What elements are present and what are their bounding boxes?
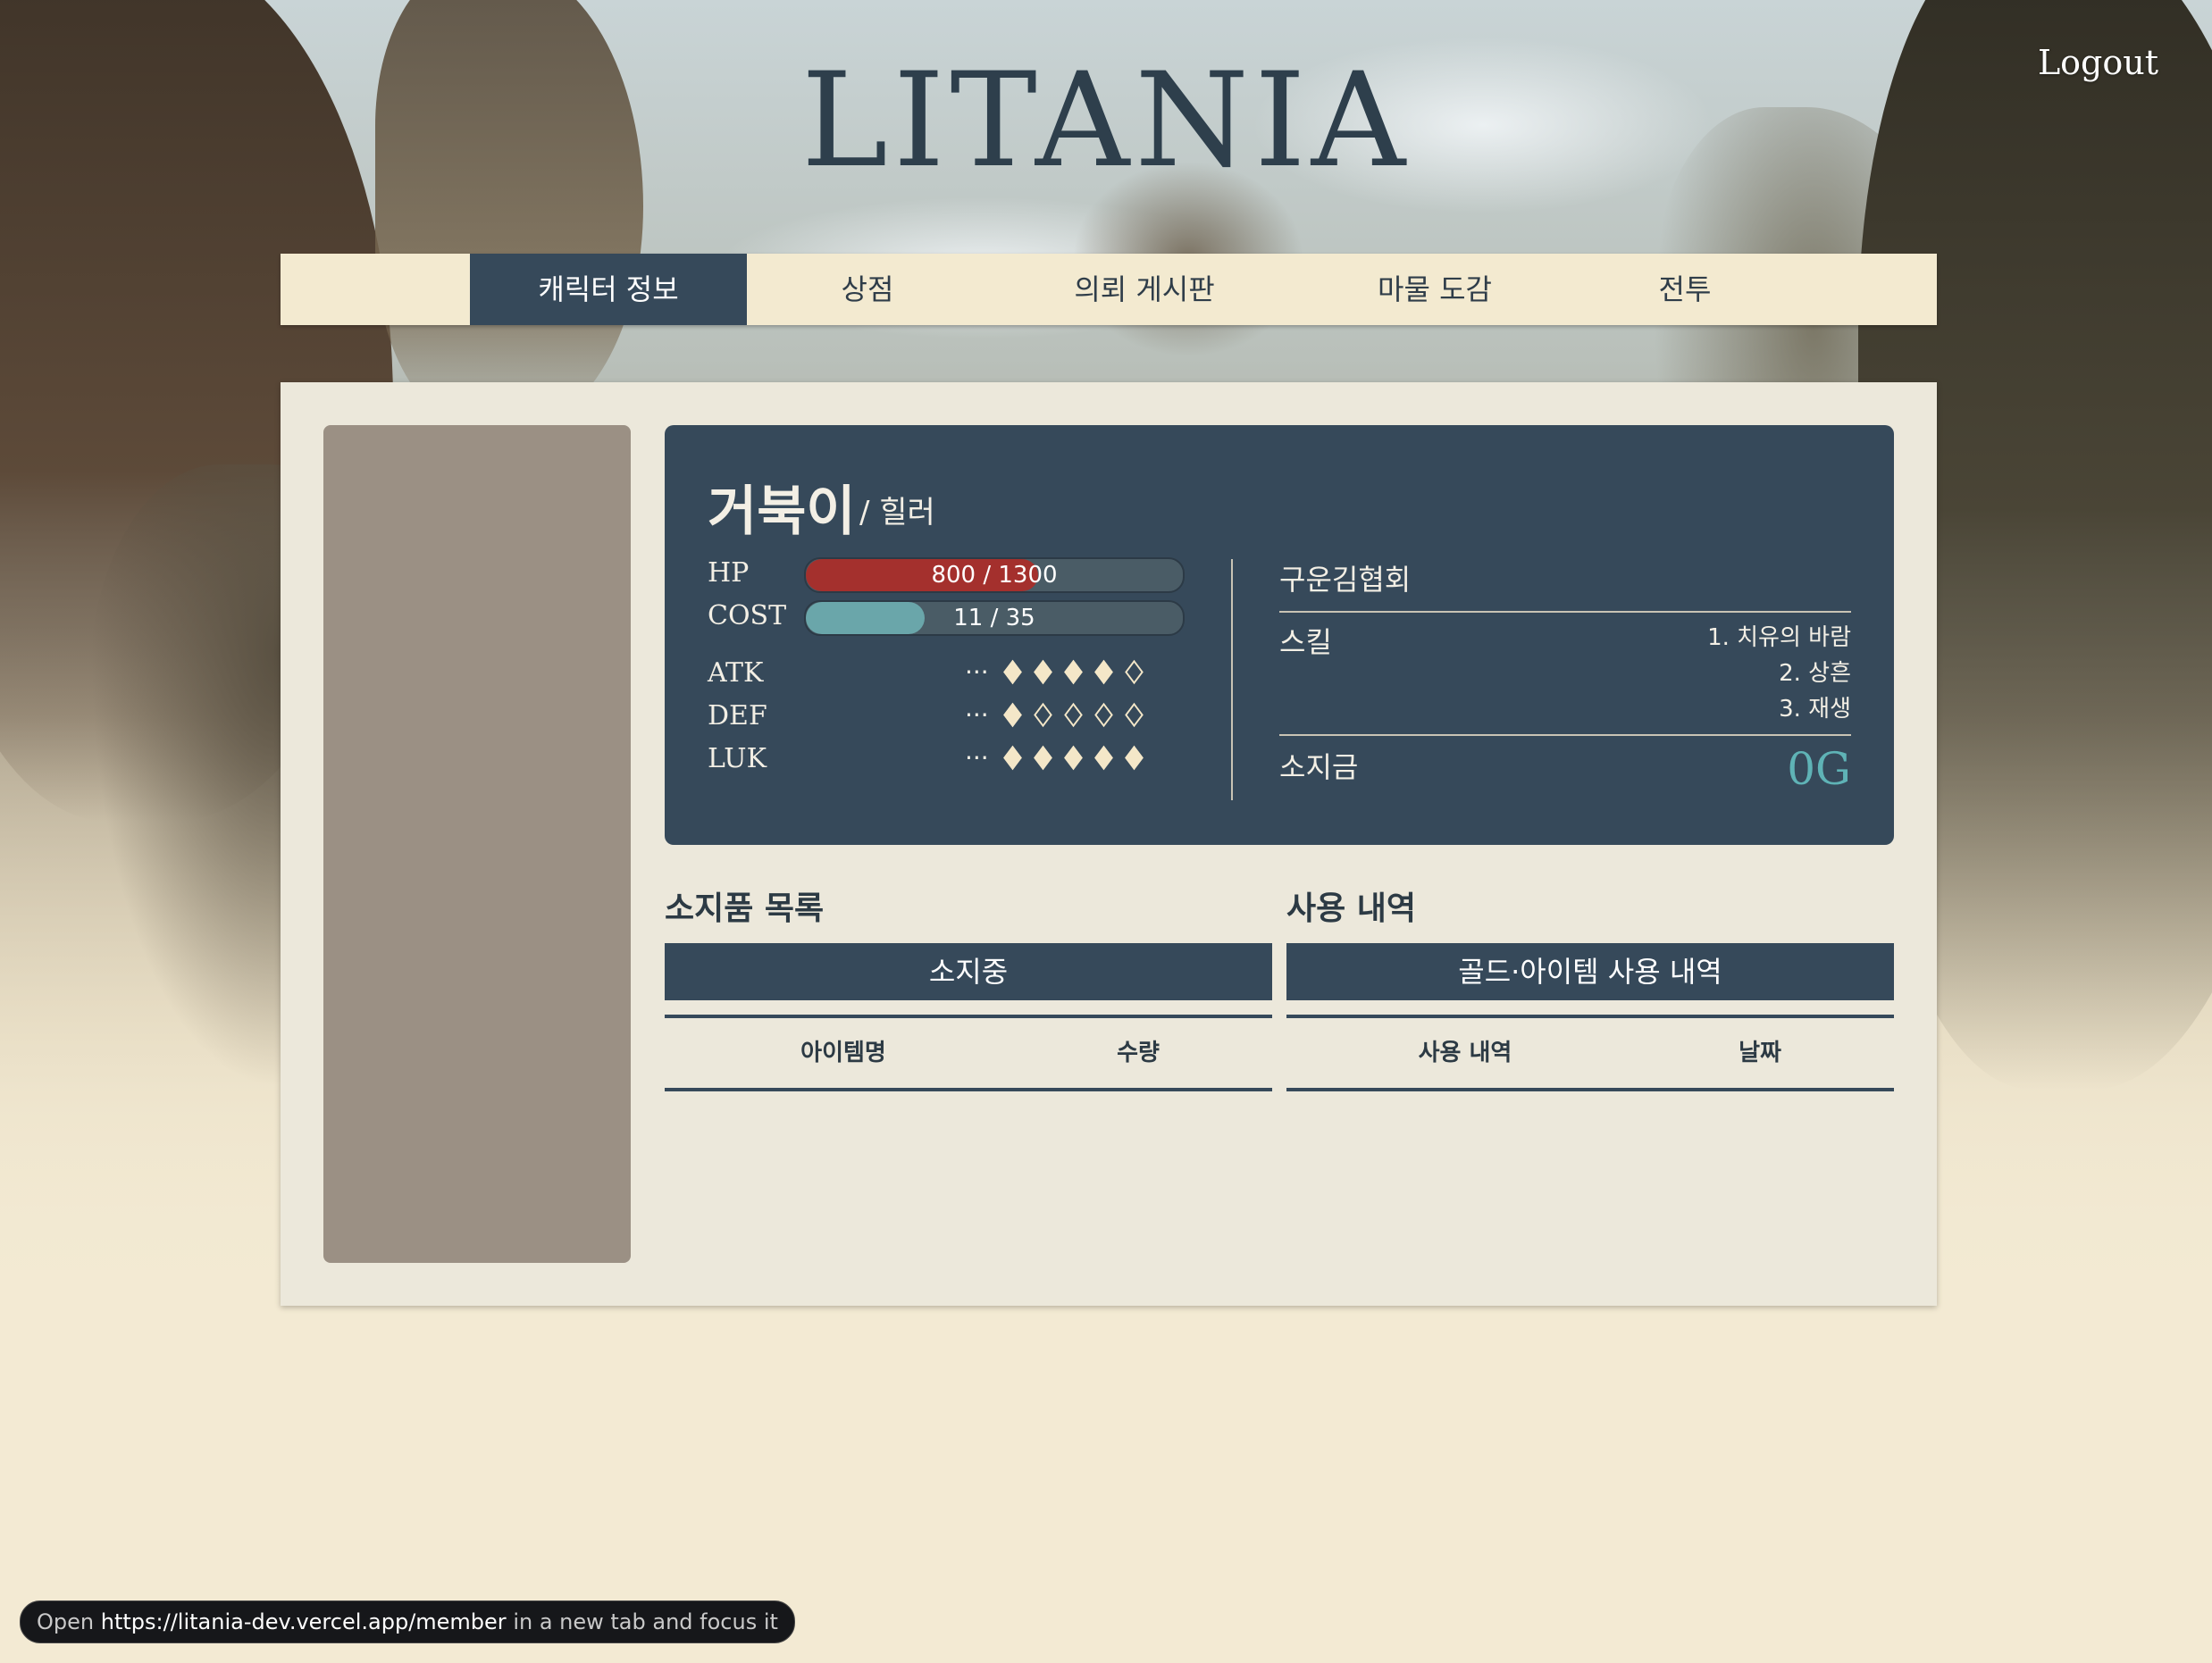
character-card: 거북이 / 힐러 HP 800 / 1300 COST 11 / 35 ATK …	[665, 425, 1894, 845]
diamond-empty-icon	[1061, 700, 1086, 732]
history-column-header: 사용 내역 날짜	[1286, 1015, 1894, 1091]
character-panel: 거북이 / 힐러 HP 800 / 1300 COST 11 / 35 ATK …	[281, 382, 1937, 1306]
diamond-filled-icon	[1001, 657, 1026, 689]
diamond-empty-icon	[1031, 700, 1056, 732]
diamond-filled-icon	[1061, 743, 1086, 775]
diamond-filled-icon	[1001, 700, 1026, 732]
diamond-empty-icon	[1092, 700, 1117, 732]
divider	[1279, 611, 1851, 613]
tab-quest-board[interactable]: 의뢰 게시판	[988, 254, 1301, 325]
inventory-title: 소지품 목록	[665, 890, 825, 927]
atk-ellipsis: ···	[965, 657, 989, 687]
luk-label: LUK	[708, 743, 767, 774]
character-portrait	[323, 425, 631, 1263]
status-prefix: Open	[37, 1609, 95, 1634]
diamond-filled-icon	[1092, 657, 1117, 689]
logout-link[interactable]: Logout	[2038, 43, 2158, 82]
luk-ellipsis: ···	[965, 743, 989, 773]
hp-bar: 800 / 1300	[804, 557, 1185, 593]
card-divider	[1231, 559, 1233, 800]
diamond-filled-icon	[1031, 743, 1056, 775]
atk-label: ATK	[708, 657, 764, 689]
hp-label: HP	[708, 557, 750, 589]
cost-label: COST	[708, 600, 787, 631]
status-suffix: in a new tab and focus it	[513, 1609, 778, 1634]
diamond-filled-icon	[1061, 657, 1086, 689]
skill-item: 2. 상흔	[1779, 660, 1851, 687]
status-url: https://litania-dev.vercel.app/member	[100, 1609, 507, 1634]
skill-label: 스킬	[1279, 625, 1332, 659]
diamond-filled-icon	[1001, 743, 1026, 775]
inventory-tab-holding[interactable]: 소지중	[665, 943, 1272, 1000]
inventory-column-header: 아이템명 수량	[665, 1015, 1272, 1091]
cost-bar: 11 / 35	[804, 600, 1185, 636]
character-name: 거북이	[708, 481, 856, 543]
tab-character-info[interactable]: 캐릭터 정보	[470, 254, 747, 325]
diamond-filled-icon	[1092, 743, 1117, 775]
tab-battle[interactable]: 전투	[1569, 254, 1801, 325]
tab-shop[interactable]: 상점	[747, 254, 988, 325]
column-item-name: 아이템명	[800, 1040, 886, 1066]
atk-rating	[1001, 657, 1147, 689]
cost-value: 11 / 35	[953, 605, 1035, 631]
site-logo[interactable]: LITANIA	[0, 45, 2212, 196]
history-tab-usage[interactable]: 골드·아이템 사용 내역	[1286, 943, 1894, 1000]
gold-label: 소지금	[1279, 750, 1359, 784]
divider	[1279, 734, 1851, 736]
diamond-empty-icon	[1122, 700, 1147, 732]
column-usage: 사용 내역	[1418, 1040, 1512, 1066]
column-quantity: 수량	[1117, 1040, 1160, 1066]
character-class: / 힐러	[859, 495, 935, 531]
guild-name: 구운김협회	[1279, 563, 1412, 597]
history-table: 골드·아이템 사용 내역 사용 내역 날짜	[1286, 943, 1894, 1091]
gold-value: 0G	[1787, 743, 1851, 795]
def-rating	[1001, 700, 1147, 732]
diamond-filled-icon	[1122, 743, 1147, 775]
def-ellipsis: ···	[965, 700, 989, 730]
skill-item: 1. 치유의 바람	[1707, 624, 1851, 651]
luk-rating	[1001, 743, 1147, 775]
main-nav: 캐릭터 정보 상점 의뢰 게시판 마물 도감 전투	[281, 254, 1937, 325]
skill-list: 1. 치유의 바람 2. 상흔 3. 재생	[1707, 620, 1851, 727]
inventory-table: 소지중 아이템명 수량	[665, 943, 1272, 1091]
column-date: 날짜	[1739, 1040, 1781, 1066]
diamond-empty-icon	[1122, 657, 1147, 689]
link-status-tooltip: Open https://litania-dev.vercel.app/memb…	[20, 1600, 795, 1643]
hp-value: 800 / 1300	[931, 562, 1058, 589]
skill-item: 3. 재생	[1779, 696, 1851, 723]
def-label: DEF	[708, 700, 767, 731]
tab-monster-book[interactable]: 마물 도감	[1301, 254, 1569, 325]
diamond-filled-icon	[1031, 657, 1056, 689]
history-title: 사용 내역	[1286, 890, 1417, 927]
